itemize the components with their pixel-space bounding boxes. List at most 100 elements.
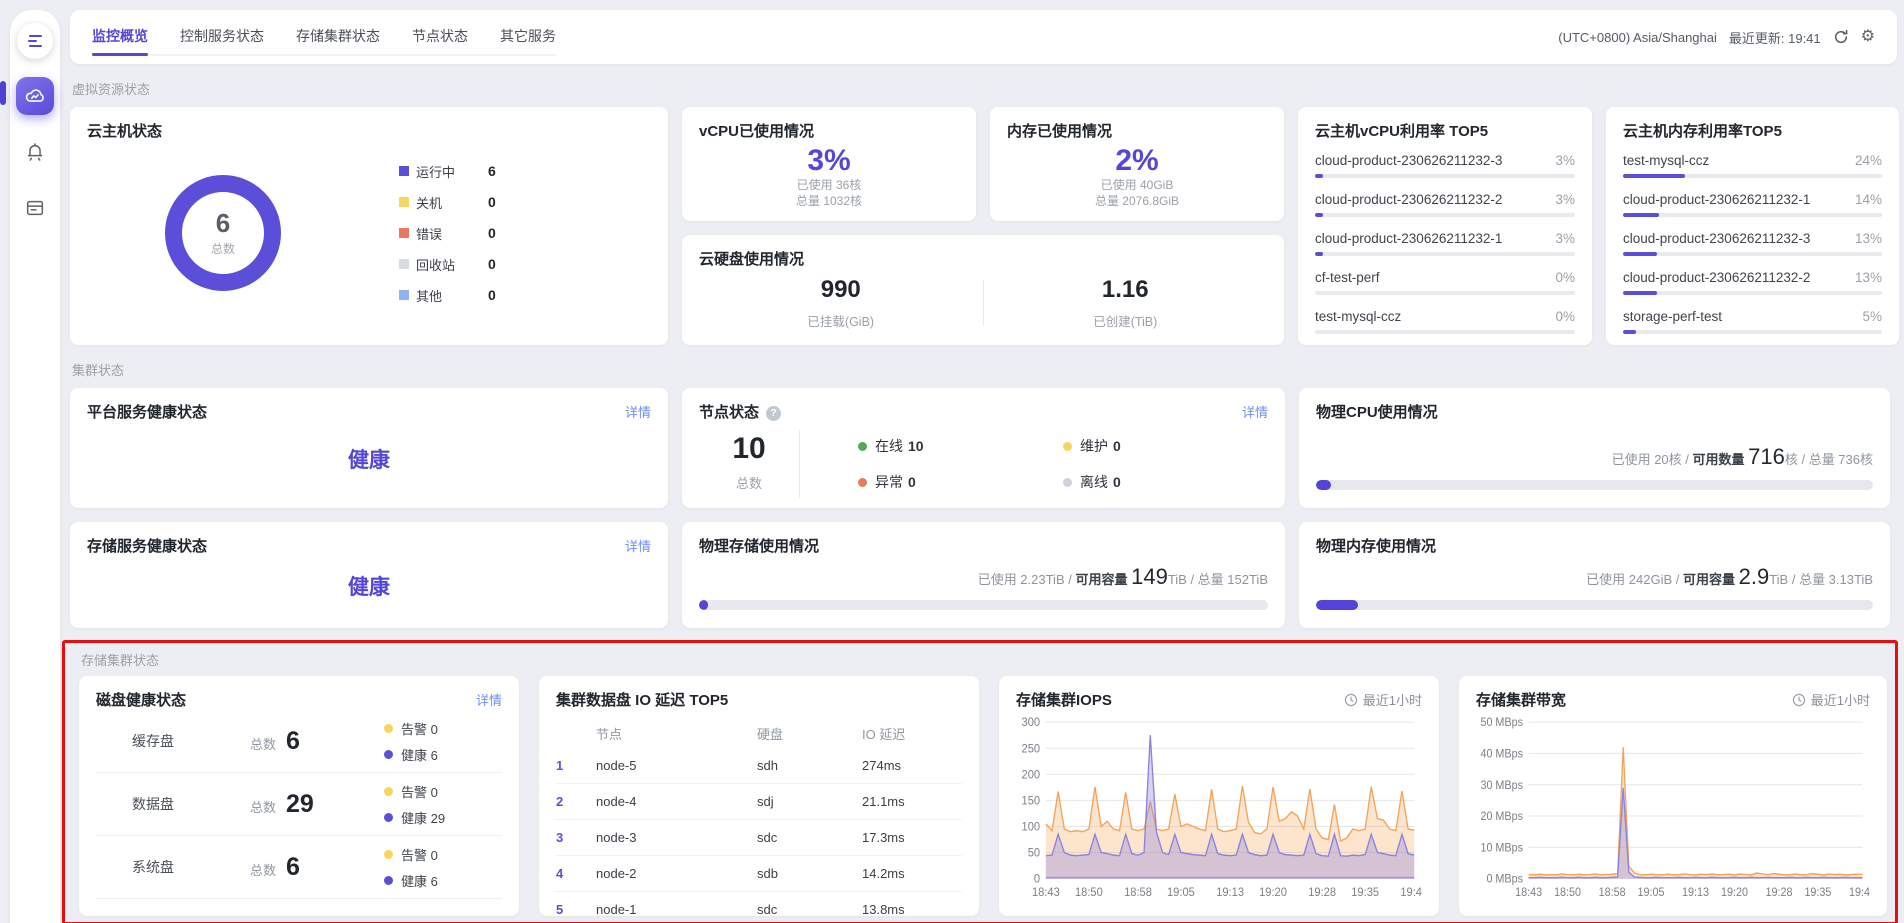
tab-node-status[interactable]: 节点状态 xyxy=(412,18,468,54)
platform-health-title: 平台服务健康状态 xyxy=(87,401,207,422)
usage-bar xyxy=(1315,252,1575,256)
physical-storage-progress-bar xyxy=(699,600,1268,610)
tab-other-services[interactable]: 其它服务 xyxy=(500,18,556,54)
section-label-virtual-resources: 虚拟资源状态 xyxy=(72,79,1897,98)
disk-health-row-cache: 缓存盘 总数6 告警 0 健康 6 xyxy=(96,710,502,773)
usage-bar xyxy=(1623,213,1882,217)
physical-memory-card: 物理内存使用情况 已使用 242GiB / 可用容量 2.9TiB / 总量 3… xyxy=(1299,522,1890,628)
svg-text:19:13: 19:13 xyxy=(1682,887,1709,899)
disk-health-detail-link[interactable]: 详情 xyxy=(476,690,502,709)
vm-name[interactable]: cloud-product-230626211232-2 xyxy=(1315,192,1502,207)
vcpu-top5-card: 云主机vCPU利用率 TOP5 cloud-product-2306262112… xyxy=(1298,107,1592,345)
storage-health-detail-link[interactable]: 详情 xyxy=(625,536,651,555)
vm-total-count: 6 xyxy=(216,209,230,238)
disk-health-row-system: 系统盘 总数6 告警 0 健康 6 xyxy=(96,836,502,899)
svg-text:18:50: 18:50 xyxy=(1075,887,1103,899)
physical-cpu-card: 物理CPU使用情况 已使用 20核 / 可用数量 716核 / 总量 736核 xyxy=(1299,388,1890,508)
legend-item-online: 在线 10 xyxy=(858,436,1063,456)
tab-monitor-overview[interactable]: 监控概览 xyxy=(92,18,148,54)
storage-cluster-section-highlight: 存储集群状态 磁盘健康状态 详情 缓存盘 总数6 告警 0 健康 6 xyxy=(62,640,1898,923)
vm-status-title: 云主机状态 xyxy=(87,120,651,141)
vm-name[interactable]: cloud-product-230626211232-2 xyxy=(1623,270,1810,285)
top5-row: cf-test-perf0% xyxy=(1315,264,1575,303)
physical-memory-stats: 已使用 242GiB / 可用容量 2.9TiB / 总量 3.13TiB xyxy=(1316,564,1873,590)
legend-dot xyxy=(858,478,867,487)
tab-control-service-status[interactable]: 控制服务状态 xyxy=(180,18,264,54)
svg-text:300: 300 xyxy=(1022,717,1041,729)
iops-chart-card: 存储集群IOPS 最近1小时 05010015020025030018:4318… xyxy=(999,676,1439,916)
svg-text:19:35: 19:35 xyxy=(1351,887,1379,899)
vcpu-total-label: 总量 1032核 xyxy=(699,193,959,209)
legend-item-abnormal: 异常 0 xyxy=(858,472,1063,492)
storage-health-status: 健康 xyxy=(348,571,390,601)
vm-total-label: 总数 xyxy=(211,240,235,257)
iops-chart: 05010015020025030018:4318:5018:5819:0519… xyxy=(1016,714,1422,903)
last-update-label: 最近更新: 19:41 xyxy=(1729,28,1821,47)
node-total-label: 总数 xyxy=(699,473,799,492)
tab-storage-cluster-status[interactable]: 存储集群状态 xyxy=(296,18,380,54)
legend-item-recycle: 回收站 0 xyxy=(399,255,496,274)
time-range-label: 最近1小时 xyxy=(1792,690,1870,709)
usage-bar xyxy=(1623,174,1882,178)
cloud-disk-usage-card: 云硬盘使用情况 990 已挂载(GiB) 1.16 已创建(TiB) xyxy=(682,235,1284,345)
vm-name[interactable]: cf-test-perf xyxy=(1315,270,1380,285)
table-row: 5 node-1 sdc 13.8ms xyxy=(556,892,962,923)
vm-name[interactable]: cloud-product-230626211232-1 xyxy=(1315,231,1502,246)
svg-text:19:43: 19:43 xyxy=(1400,887,1422,899)
refresh-icon xyxy=(1833,29,1849,45)
virtual-resources-grid: 云主机状态 6 总数 运行中 6 xyxy=(70,107,1897,345)
dashboard-page: 监控概览 控制服务状态 存储集群状态 节点状态 其它服务 (UTC+0800) … xyxy=(0,0,1904,923)
top5-row: cloud-product-230626211232-23% xyxy=(1315,186,1575,225)
legend-item-offline: 离线 0 xyxy=(1063,472,1268,492)
svg-text:30 MBps: 30 MBps xyxy=(1480,779,1523,791)
settings-gear-icon[interactable]: ⚙ xyxy=(1861,29,1875,45)
vm-status-legend: 运行中 6 关机 0 错误 0 xyxy=(399,162,496,305)
top5-row: cloud-product-230626211232-114% xyxy=(1623,186,1882,225)
iops-chart-title: 存储集群IOPS xyxy=(1016,689,1112,710)
warn-dot xyxy=(384,850,393,859)
table-row: 2 node-4 sdj 21.1ms xyxy=(556,784,962,820)
legend-dot xyxy=(858,442,867,451)
io-latency-card: 集群数据盘 IO 延迟 TOP5 0 节点 硬盘 IO 延迟 1 node-5 … xyxy=(539,676,979,916)
help-icon[interactable]: ? xyxy=(766,406,781,421)
disk-created-value: 1.16 xyxy=(984,276,1268,304)
vm-name[interactable]: test-mysql-ccz xyxy=(1315,309,1401,324)
bandwidth-chart-card: 存储集群带宽 最近1小时 0 MBps10 MBps20 MBps30 MBps… xyxy=(1459,676,1887,916)
sidebar-item-reports[interactable] xyxy=(16,189,54,227)
legend-item-other: 其他 0 xyxy=(399,286,496,305)
vm-name[interactable]: cloud-product-230626211232-1 xyxy=(1623,192,1810,207)
memory-top5-card: 云主机内存利用率TOP5 test-mysql-ccz24% cloud-pro… xyxy=(1606,107,1899,345)
bandwidth-chart-title: 存储集群带宽 xyxy=(1476,689,1566,710)
svg-text:40 MBps: 40 MBps xyxy=(1480,748,1523,760)
vcpu-usage-card: vCPU已使用情况 3% 已使用 36核 总量 1032核 xyxy=(682,107,976,221)
vm-name[interactable]: storage-perf-test xyxy=(1623,309,1722,324)
storage-cluster-grid: 磁盘健康状态 详情 缓存盘 总数6 告警 0 健康 6 数据盘 总数29 xyxy=(79,676,1883,916)
usage-bar xyxy=(1623,252,1882,256)
disk-created-label: 已创建(TiB) xyxy=(984,311,1268,330)
vm-name[interactable]: cloud-product-230626211232-3 xyxy=(1315,153,1502,168)
warn-dot xyxy=(384,724,393,733)
legend-dot xyxy=(1063,442,1072,451)
cloud-monitor-icon xyxy=(24,85,46,107)
svg-text:18:50: 18:50 xyxy=(1554,887,1581,899)
sidebar-item-alerts[interactable] xyxy=(16,133,54,171)
main-content: 监控概览 控制服务状态 存储集群状态 节点状态 其它服务 (UTC+0800) … xyxy=(70,10,1897,923)
menu-icon xyxy=(29,35,42,37)
menu-toggle-button[interactable] xyxy=(17,23,53,59)
storage-health-card: 存储服务健康状态 详情 健康 xyxy=(70,522,668,628)
refresh-button[interactable] xyxy=(1833,29,1849,45)
vm-name[interactable]: test-mysql-ccz xyxy=(1623,153,1709,168)
platform-health-detail-link[interactable]: 详情 xyxy=(625,402,651,421)
tab-bar: 监控概览 控制服务状态 存储集群状态 节点状态 其它服务 xyxy=(92,18,556,56)
legend-swatch xyxy=(399,166,409,176)
node-status-detail-link[interactable]: 详情 xyxy=(1242,402,1268,421)
section-label-cluster-status: 集群状态 xyxy=(72,360,1897,379)
vcpu-top5-list: cloud-product-230626211232-33% cloud-pro… xyxy=(1315,147,1575,342)
physical-storage-stats: 已使用 2.23TiB / 可用容量 149TiB / 总量 152TiB xyxy=(699,564,1268,590)
topbar: 监控概览 控制服务状态 存储集群状态 节点状态 其它服务 (UTC+0800) … xyxy=(70,10,1897,64)
vm-name[interactable]: cloud-product-230626211232-3 xyxy=(1623,231,1810,246)
sidebar-item-monitor-overview[interactable] xyxy=(16,77,54,115)
physical-cpu-available: 716 xyxy=(1748,444,1785,469)
svg-text:20 MBps: 20 MBps xyxy=(1480,811,1523,823)
svg-text:19:20: 19:20 xyxy=(1721,887,1748,899)
